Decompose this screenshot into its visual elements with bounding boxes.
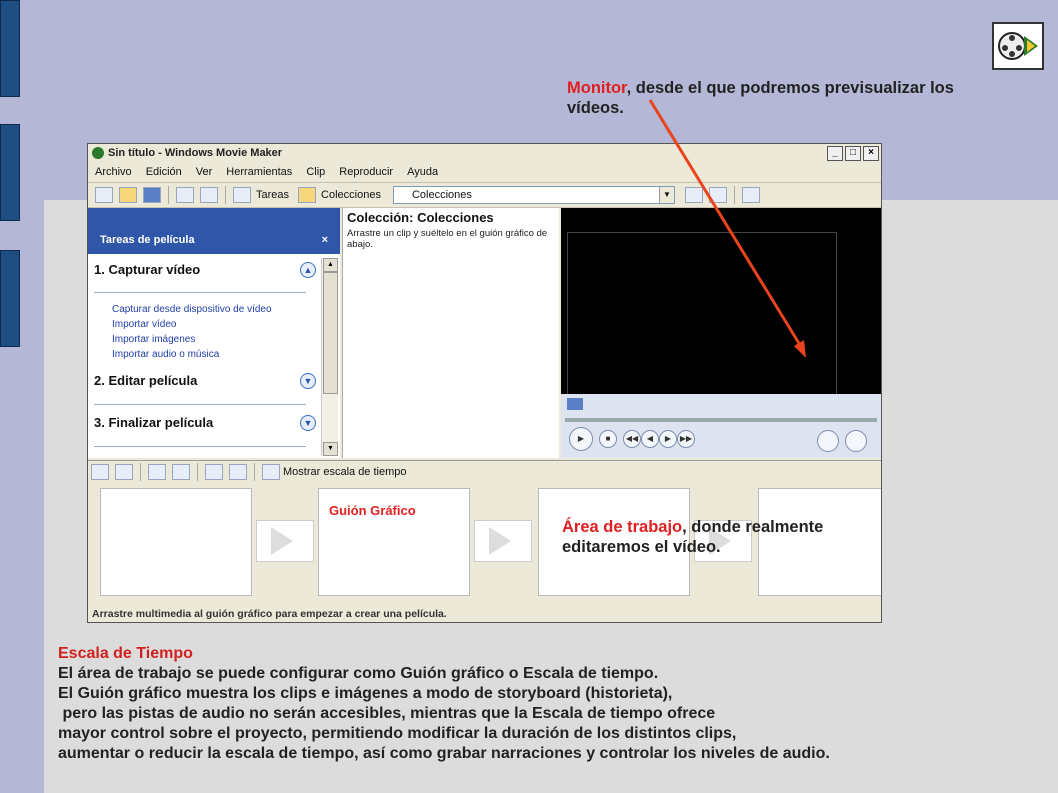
body-line: aumentar o reducir la escala de tiempo, … <box>58 745 830 762</box>
body-text: Escala de Tiempo El área de trabajo se p… <box>58 644 830 764</box>
body-title: Escala de Tiempo <box>58 645 193 662</box>
body-line: El área de trabajo se puede configurar c… <box>58 665 659 682</box>
body-line: mayor control sobre el proyecto, permiti… <box>58 725 737 742</box>
body-line: pero las pistas de audio no serán accesi… <box>58 705 716 722</box>
body-line: El Guión gráfico muestra los clips e imá… <box>58 685 673 702</box>
